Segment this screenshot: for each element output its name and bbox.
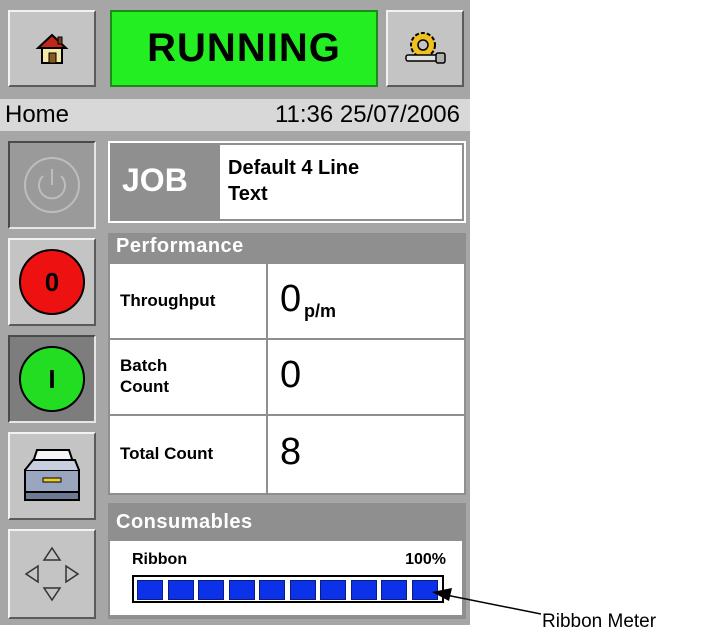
start-label: I bbox=[48, 363, 56, 394]
status-indicator: RUNNING bbox=[110, 10, 378, 87]
info-bar: Home 11:36 25/07/2006 bbox=[0, 99, 470, 131]
ribbon-meter-segment bbox=[198, 580, 224, 600]
batch-count-value-cell: 0 bbox=[268, 340, 464, 414]
performance-panel: Performance Throughput 0 p/m Batch Count… bbox=[108, 233, 466, 495]
throughput-label-cell: Throughput bbox=[110, 264, 266, 338]
ribbon-meter-segment bbox=[350, 580, 377, 600]
job-label: JOB bbox=[122, 162, 188, 198]
total-count-label: Total Count bbox=[120, 444, 214, 463]
batch-count-label-line-2: Count bbox=[120, 377, 170, 396]
throughput-unit: p/m bbox=[304, 301, 337, 321]
print-button[interactable] bbox=[8, 432, 96, 520]
start-button[interactable]: I bbox=[8, 335, 96, 423]
consumables-panel[interactable]: Consumables Ribbon 100% bbox=[108, 503, 466, 619]
batch-count-label-cell: Batch Count bbox=[110, 340, 266, 414]
total-count-value-cell: 8 bbox=[268, 416, 464, 493]
start-circle: I bbox=[19, 346, 85, 412]
ribbon-meter-segment bbox=[228, 580, 255, 600]
ribbon-meter-annotation: Ribbon Meter bbox=[542, 611, 657, 632]
ribbon-meter-segment bbox=[320, 580, 346, 600]
ribbon-label: Ribbon bbox=[132, 551, 188, 568]
ribbon-meter-segment bbox=[259, 580, 285, 600]
navigation-button[interactable] bbox=[8, 529, 96, 619]
stop-circle: 0 bbox=[19, 249, 85, 315]
ribbon-meter-segment bbox=[289, 580, 316, 600]
power-icon bbox=[24, 157, 80, 213]
setup-key-icon bbox=[405, 31, 446, 64]
page-title: Home bbox=[5, 101, 70, 128]
ribbon-meter bbox=[132, 575, 444, 603]
consumables-title: Consumables bbox=[116, 511, 253, 533]
performance-title: Performance bbox=[116, 235, 244, 257]
setup-button[interactable] bbox=[386, 10, 464, 87]
throughput-label: Throughput bbox=[120, 291, 216, 310]
home-icon bbox=[35, 33, 69, 64]
job-name-line-2: Text bbox=[228, 183, 268, 205]
ribbon-box: Ribbon 100% bbox=[110, 541, 462, 615]
ribbon-meter-segment bbox=[411, 580, 438, 600]
total-count-label-cell: Total Count bbox=[110, 416, 266, 493]
job-panel[interactable]: JOB Default 4 Line Text bbox=[108, 141, 466, 223]
stop-button[interactable]: 0 bbox=[8, 238, 96, 326]
ribbon-meter-segment bbox=[381, 580, 407, 600]
arrow-pad-icon bbox=[24, 546, 80, 602]
ribbon-meter-segment bbox=[167, 580, 194, 600]
batch-count-label-line-1: Batch bbox=[120, 356, 168, 375]
home-button[interactable] bbox=[8, 10, 96, 87]
ribbon-percent: 100% bbox=[405, 551, 446, 568]
total-count-value: 8 bbox=[280, 431, 302, 473]
throughput-value: 0 bbox=[280, 278, 302, 320]
printer-screen: RUNNING Home 11:36 25/07/2006 0 I JOB De… bbox=[0, 0, 470, 625]
batch-count-value: 0 bbox=[280, 354, 302, 396]
power-button[interactable] bbox=[8, 141, 96, 229]
job-name-box: Default 4 Line Text bbox=[220, 145, 462, 219]
ribbon-meter-segment bbox=[137, 580, 163, 600]
date-time: 11:36 25/07/2006 bbox=[274, 101, 460, 128]
stop-label: 0 bbox=[44, 266, 60, 297]
job-name-line-1: Default 4 Line bbox=[228, 157, 360, 179]
throughput-value-cell: 0 p/m bbox=[268, 264, 464, 338]
printer-icon bbox=[24, 449, 80, 501]
